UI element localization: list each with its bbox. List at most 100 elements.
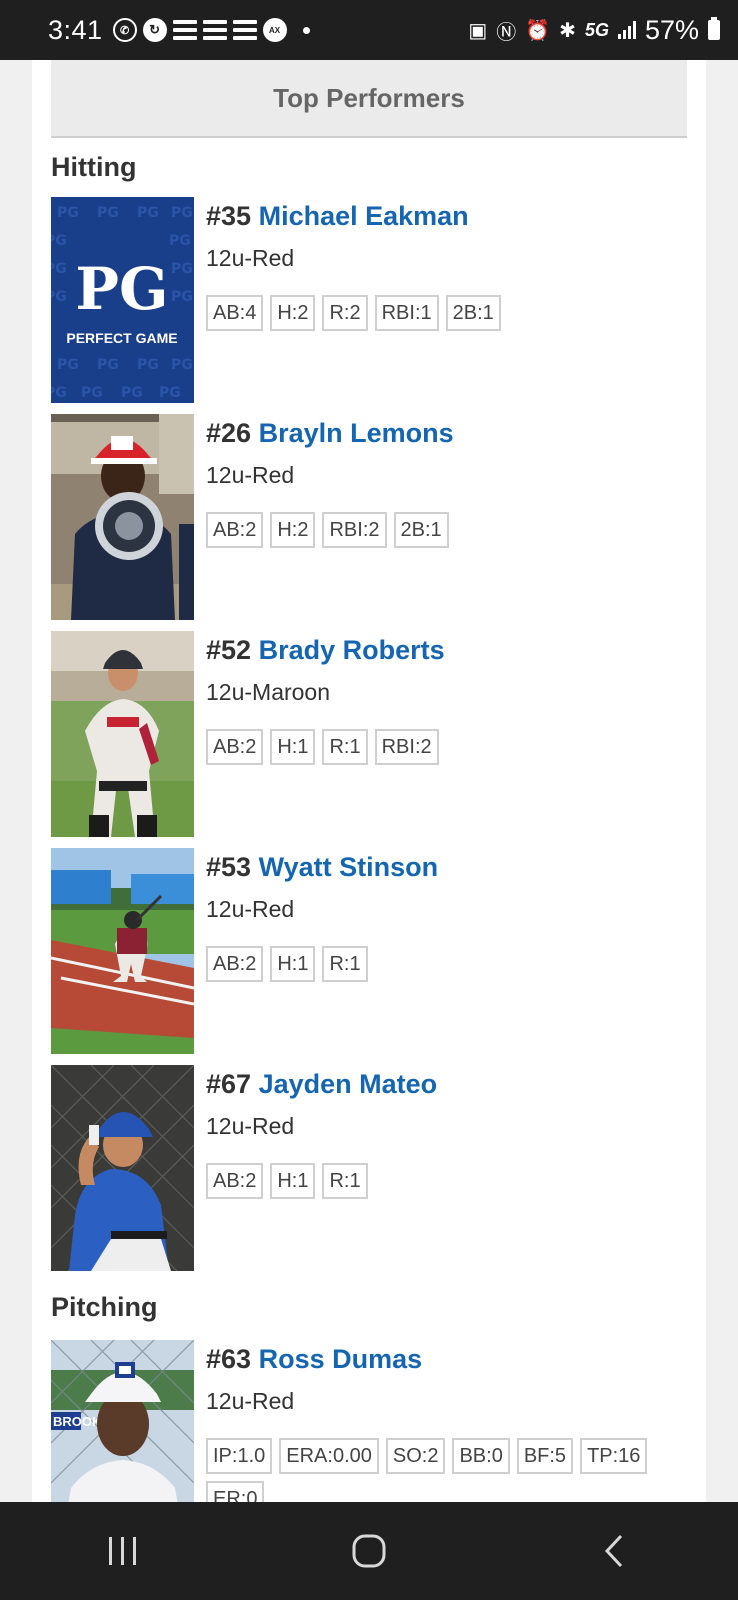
player-name-line: #52 Brady Roberts [206,633,691,667]
stat-badge: TP:16 [580,1438,648,1474]
list-item: #53 Wyatt Stinson 12u-Red AB:2 H:1 R:1 [51,848,691,1054]
stat-badge: AB:2 [206,946,264,982]
nfc-icon: Ⓝ [496,21,517,44]
whatsapp-icon: ✆ [112,18,137,42]
stat-badge: R:1 [322,946,368,982]
stat-badge: 2B:1 [393,512,449,548]
stat-badge: AB:2 [206,512,264,548]
player-photo[interactable] [51,848,194,1054]
player-name-link[interactable]: Wyatt Stinson [259,852,439,882]
notification-icons: ✆ ↻ AX [112,18,310,42]
stat-list: AB:2 H:1 R:1 [206,1163,691,1199]
svg-text:PG: PG [57,357,79,373]
player-name-link[interactable]: Michael Eakman [259,201,469,231]
player-name-line: #53 Wyatt Stinson [206,850,691,884]
back-button[interactable] [575,1521,655,1581]
home-button[interactable] [329,1521,409,1581]
svg-text:PG: PG [171,289,193,305]
news-icon [172,20,197,40]
player-name-link[interactable]: Jayden Mateo [259,1069,438,1099]
player-team: 12u-Maroon [206,679,331,705]
player-team: 12u-Red [206,462,295,488]
stat-badge: H:1 [270,729,316,765]
player-name-line: #63 Ross Dumas [206,1342,691,1376]
status-bar: 3:41 ✆ ↻ AX ▣ Ⓝ ⏰ ✱ 5G 57% [0,0,738,60]
pitching-section-title: Pitching [51,1292,158,1322]
stat-badge: R:1 [322,729,368,765]
battery-percent: 57% [644,14,699,45]
stat-badge: AB:4 [206,295,264,331]
battery-icon [708,17,720,40]
svg-text:PG: PG [51,233,67,249]
recent-apps-icon [109,1537,136,1565]
stat-badge: ERA:0.00 [279,1438,379,1474]
stat-badge: RBI:2 [322,512,387,548]
svg-text:PG: PG [137,357,159,373]
speed-icon: ↻ [142,18,167,42]
stat-badge: H:1 [270,946,316,982]
player-name-line: #67 Jayden Mateo [206,1067,691,1101]
svg-text:PG: PG [75,255,168,323]
top-performers-header: Top Performers [51,60,687,138]
svg-text:PG: PG [51,261,67,277]
player-number: #63 [206,1344,252,1374]
news-icon [232,20,257,40]
player-name-link[interactable]: Ross Dumas [259,1344,423,1374]
lock-icon: ▣ [468,19,488,42]
logo-text: PERFECT GAME [66,330,177,346]
svg-text:PG: PG [51,385,67,401]
player-name-line: #35 Michael Eakman [206,199,691,233]
stat-list: IP:1.0 ERA:0.00 SO:2 BB:0 BF:5 TP:16 ER:… [206,1438,691,1502]
player-name-link[interactable]: Brayln Lemons [259,418,454,448]
stat-badge: R:1 [322,1163,368,1199]
stat-badge: 2B:1 [445,295,501,331]
stat-badge: RBI:2 [374,729,439,765]
svg-text:PG: PG [97,357,119,373]
player-number: #35 [206,201,252,231]
player-photo[interactable]: BROOK [51,1340,194,1502]
back-icon [604,1534,623,1568]
stat-badge: AB:2 [206,1163,264,1199]
svg-text:PG: PG [121,385,143,401]
svg-text:PG: PG [171,357,193,373]
svg-text:PG: PG [169,233,191,249]
bluetooth-icon: ✱ [559,19,576,42]
player-team: 12u-Red [206,245,295,271]
hitting-section-title: Hitting [51,152,137,182]
stat-badge: ER:0 [206,1481,265,1502]
player-number: #53 [206,852,252,882]
svg-text:PG: PG [57,205,79,221]
player-number: #67 [206,1069,252,1099]
svg-text:PG: PG [51,289,67,305]
svg-text:PG: PG [171,261,193,277]
svg-text:PG: PG [97,205,119,221]
player-photo[interactable] [51,631,194,837]
player-number: #52 [206,635,252,665]
android-nav-bar [0,1502,738,1600]
svg-text:PG: PG [137,205,159,221]
page-title: Top Performers [273,82,465,113]
stat-badge: BB:0 [452,1438,510,1474]
stat-list: AB:2 H:2 RBI:2 2B:1 [206,512,691,548]
player-name-link[interactable]: Brady Roberts [259,635,445,665]
list-item: #26 Brayln Lemons 12u-Red AB:2 H:2 RBI:2… [51,414,691,620]
player-number: #26 [206,418,252,448]
recent-apps-button[interactable] [83,1521,163,1581]
stat-badge: R:2 [322,295,368,331]
player-photo[interactable] [51,1065,194,1271]
stat-badge: AB:2 [206,729,264,765]
stat-badge: BF:5 [516,1438,574,1474]
stat-badge: H:2 [270,295,316,331]
page-content: Top Performers Hitting PGPGPGPG PGPG PGP… [32,60,706,1502]
player-photo[interactable] [51,414,194,620]
stat-badge: RBI:1 [374,295,439,331]
home-icon [352,1534,386,1568]
stat-badge: H:2 [270,512,316,548]
stat-list: AB:2 H:1 R:1 RBI:2 [206,729,691,765]
list-item: #67 Jayden Mateo 12u-Red AB:2 H:1 R:1 [51,1065,691,1271]
perfect-game-logo[interactable]: PGPGPGPG PGPG PGPG PGPG PGPGPGPG PGPGPGP… [51,197,194,403]
list-item: PGPGPGPG PGPG PGPG PGPG PGPGPGPG PGPGPGP… [51,197,691,403]
status-time: 3:41 [48,14,103,45]
player-team: 12u-Red [206,1388,295,1414]
stat-badge: H:1 [270,1163,316,1199]
